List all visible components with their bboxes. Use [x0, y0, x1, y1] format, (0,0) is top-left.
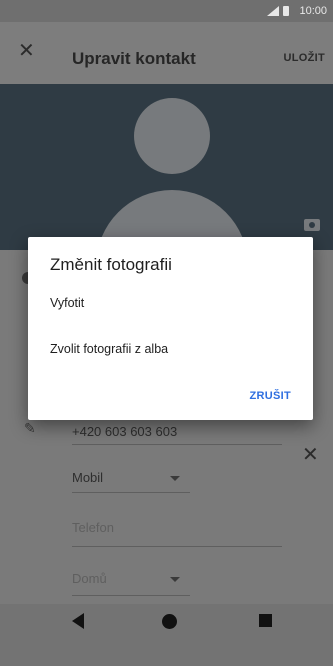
page-title: Upravit kontakt [72, 49, 196, 68]
camera-icon[interactable] [304, 219, 320, 231]
choose-from-album-option[interactable]: Zvolit fotografii z alba [50, 342, 168, 356]
home-icon[interactable] [162, 614, 177, 629]
chevron-down-icon [170, 577, 180, 582]
dialog-title: Změnit fotografii [50, 255, 172, 274]
phone-icon: ✎ [24, 420, 36, 436]
back-icon[interactable] [72, 613, 84, 629]
phone-number-field[interactable]: +420 603 603 603 [72, 424, 177, 439]
take-photo-option[interactable]: Vyfotit [50, 296, 84, 310]
phone-type-underline [72, 492, 190, 493]
remove-phone-icon[interactable]: ✕ [302, 442, 319, 467]
battery-icon [283, 6, 289, 16]
email-type-underline [72, 595, 190, 596]
chevron-down-icon [170, 476, 180, 481]
cancel-button[interactable]: ZRUŠIT [249, 390, 291, 402]
email-type-select[interactable]: Domů [72, 571, 107, 586]
phone-type-select[interactable]: Mobil [72, 470, 103, 485]
signal-icon [267, 6, 279, 16]
close-icon[interactable]: ✕ [18, 41, 35, 61]
status-time: 10:00 [299, 5, 327, 17]
recent-apps-icon[interactable] [259, 614, 272, 627]
phone-input-placeholder[interactable]: Telefon [72, 520, 114, 535]
phone-input-underline [72, 546, 282, 547]
avatar-head-icon [134, 98, 210, 174]
phone-field-underline [72, 444, 282, 445]
save-button[interactable]: ULOŽIT [283, 52, 325, 64]
